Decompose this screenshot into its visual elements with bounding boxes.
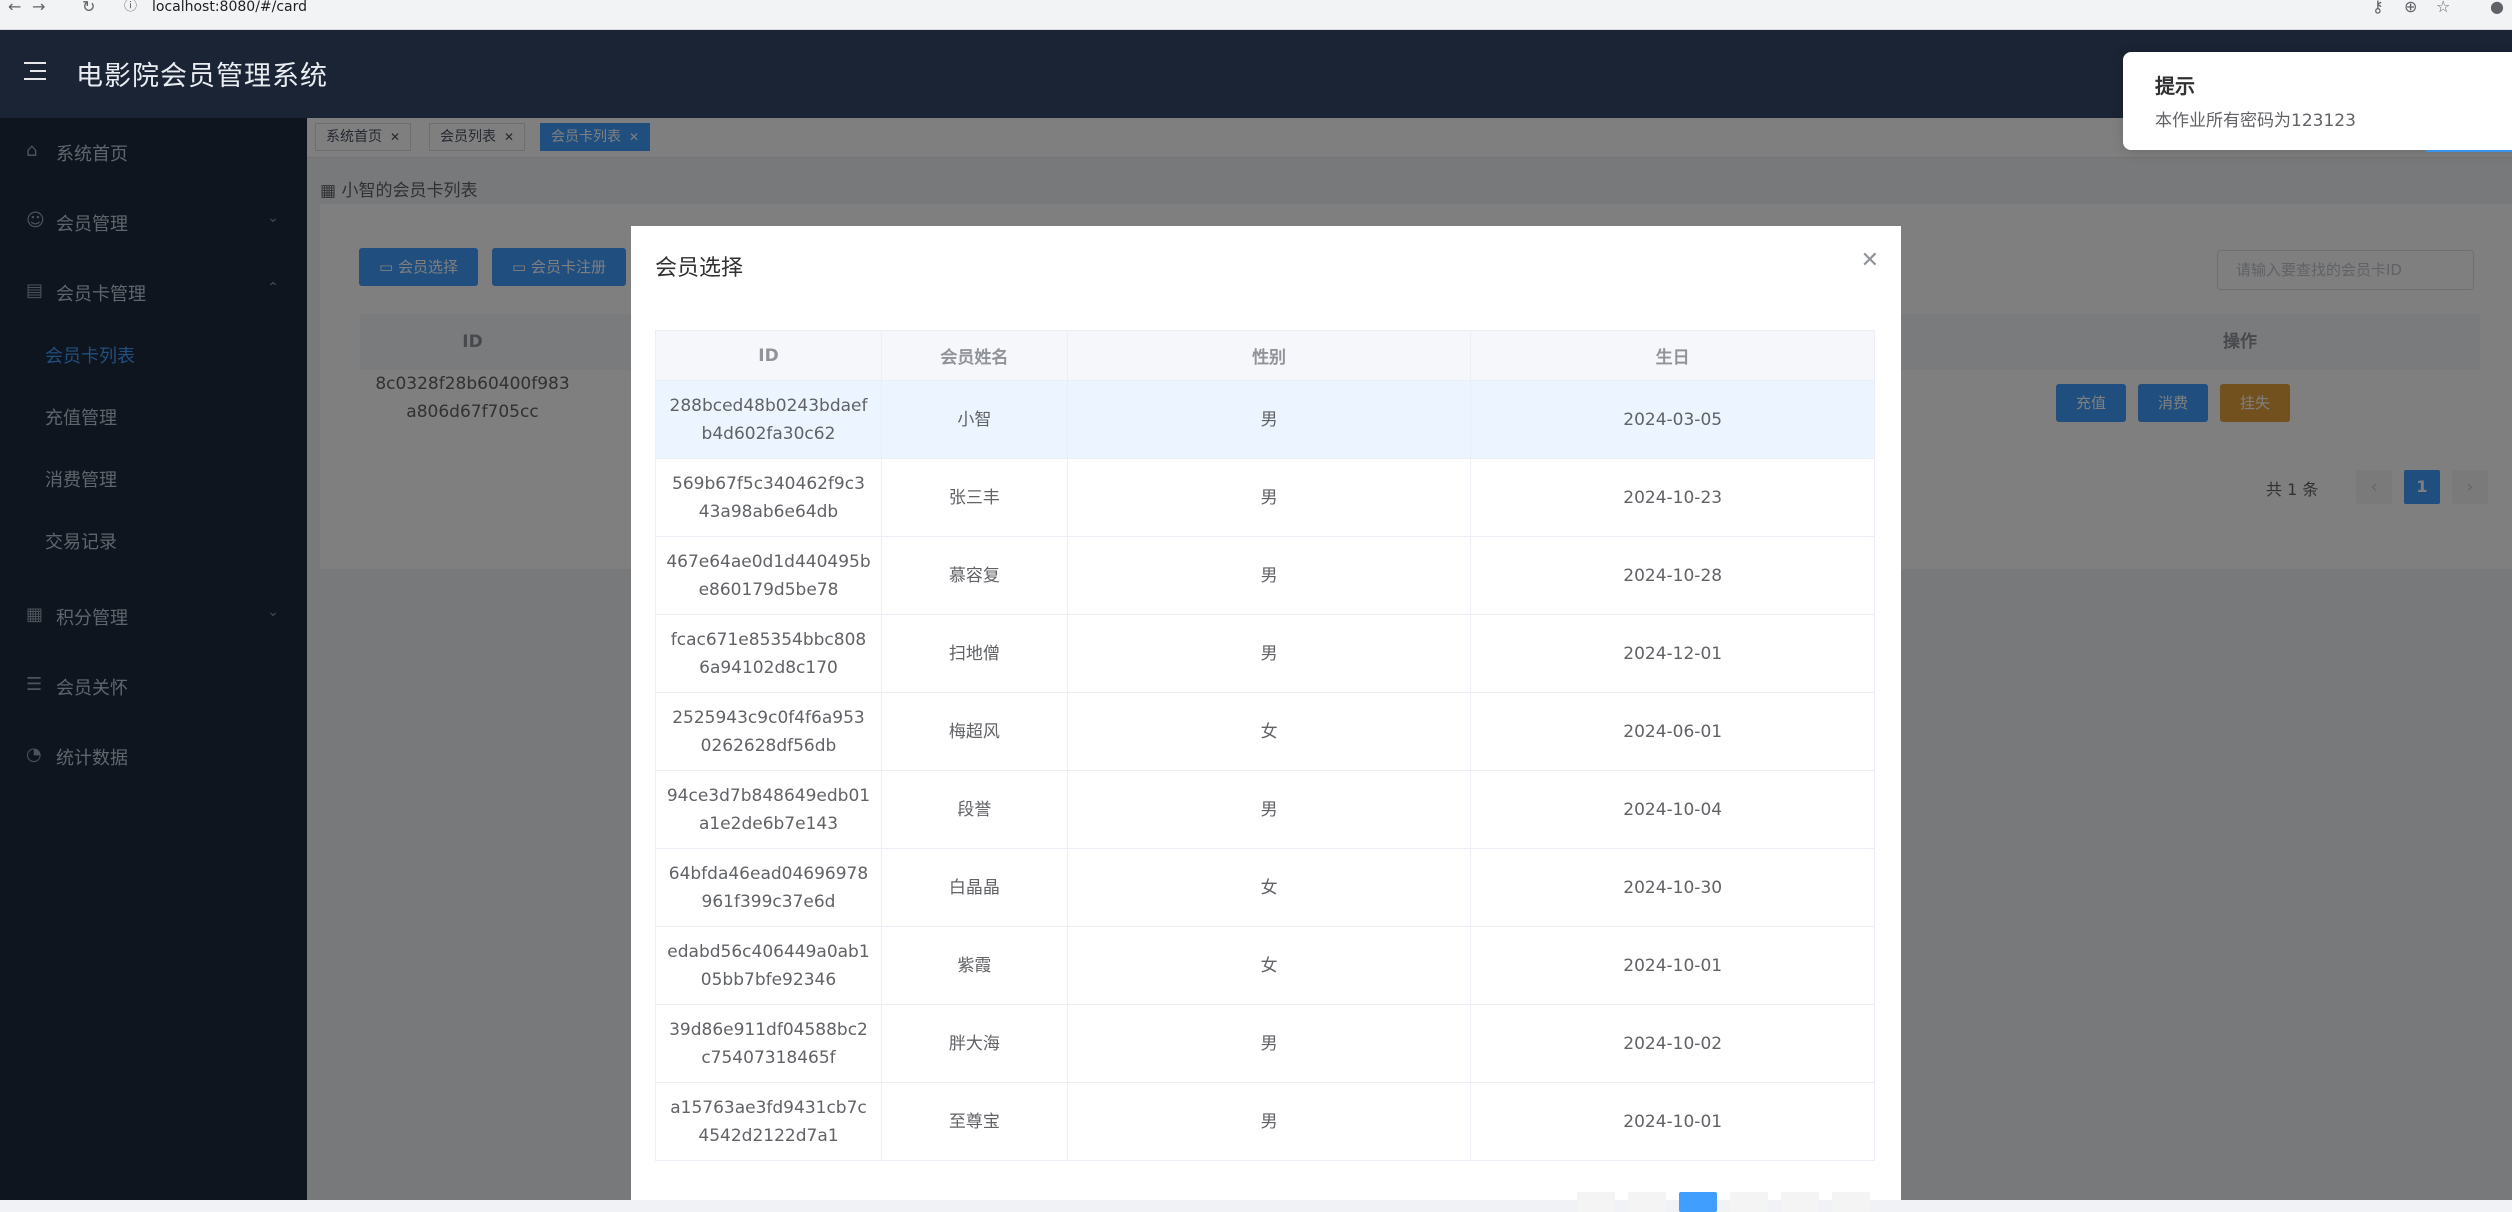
member-id: 39d86e911df04588bc2 c75407318465f bbox=[655, 1004, 882, 1083]
browser-toolbar: ← → ↻ ⓘ localhost:8080/#/card ⚷ ⊕ ☆ ● bbox=[0, 0, 2512, 30]
member-gender: 男 bbox=[1067, 536, 1472, 615]
member-birthday: 2024-10-04 bbox=[1470, 770, 1875, 849]
table-row[interactable]: fcac671e85354bbc808 6a94102d8c170 扫地僧男 2024… bbox=[655, 614, 1875, 693]
member-id: 94ce3d7b848649edb01 a1e2de6b7e143 bbox=[655, 770, 882, 849]
member-name: 梅超风 bbox=[881, 692, 1068, 771]
member-gender: 男 bbox=[1067, 1082, 1472, 1161]
member-name: 白晶晶 bbox=[881, 848, 1068, 927]
member-name: 紫霞 bbox=[881, 926, 1068, 1005]
column-gender: 性别 bbox=[1066, 330, 1472, 381]
pager-button[interactable] bbox=[1781, 1192, 1819, 1212]
member-id: a15763ae3fd9431cb7c 4542d2122d7a1 bbox=[655, 1082, 882, 1161]
pager-button[interactable] bbox=[1577, 1192, 1615, 1212]
member-gender: 男 bbox=[1067, 458, 1472, 537]
member-id: 569b67f5c340462f9c3 43a98ab6e64db bbox=[655, 458, 882, 537]
member-name: 扫地僧 bbox=[881, 614, 1068, 693]
member-id: 288bced48b0243bdaef b4d602fa30c62 bbox=[655, 380, 882, 459]
site-info-icon[interactable]: ⓘ bbox=[124, 0, 137, 16]
table-row[interactable]: 2525943c9c0f4f6a953 0262628df56db 梅超风女 2024… bbox=[655, 692, 1875, 771]
table-row[interactable]: 39d86e911df04588bc2 c75407318465f 胖大海男 2024… bbox=[655, 1004, 1875, 1083]
member-id: 2525943c9c0f4f6a953 0262628df56db bbox=[655, 692, 882, 771]
member-select-dialog: 会员选择 ✕ ID 会员姓名 性别 生日 288bced48b0243bdaef… bbox=[631, 226, 1901, 1212]
star-icon[interactable]: ☆ bbox=[2436, 0, 2450, 15]
member-gender: 女 bbox=[1067, 926, 1472, 1005]
menu-toggle-icon[interactable] bbox=[24, 62, 46, 80]
member-name: 小智 bbox=[881, 380, 1068, 459]
member-birthday: 2024-10-02 bbox=[1470, 1004, 1875, 1083]
table-row[interactable]: 94ce3d7b848649edb01 a1e2de6b7e143 段誉男 2024-… bbox=[655, 770, 1875, 849]
pager-button[interactable] bbox=[1628, 1192, 1666, 1212]
profile-icon[interactable]: ● bbox=[2490, 0, 2504, 15]
member-name: 至尊宝 bbox=[881, 1082, 1068, 1161]
member-birthday: 2024-06-01 bbox=[1470, 692, 1875, 771]
member-gender: 男 bbox=[1067, 380, 1472, 459]
member-name: 张三丰 bbox=[881, 458, 1068, 537]
member-name: 段誉 bbox=[881, 770, 1068, 849]
column-birthday: 生日 bbox=[1470, 330, 1875, 381]
zoom-icon[interactable]: ⊕ bbox=[2404, 0, 2417, 15]
close-icon[interactable]: ✕ bbox=[1861, 248, 1879, 273]
member-birthday: 2024-12-01 bbox=[1470, 614, 1875, 693]
forward-icon[interactable]: → bbox=[32, 0, 45, 16]
member-gender: 男 bbox=[1067, 770, 1472, 849]
table-row[interactable]: edabd56c406449a0ab1 05bb7bfe92346 紫霞女 2024-… bbox=[655, 926, 1875, 1005]
member-table: ID 会员姓名 性别 生日 288bced48b0243bdaef b4d602f… bbox=[655, 330, 1875, 1161]
key-icon[interactable]: ⚷ bbox=[2372, 0, 2384, 15]
member-id: fcac671e85354bbc808 6a94102d8c170 bbox=[655, 614, 882, 693]
member-gender: 男 bbox=[1067, 614, 1472, 693]
table-row[interactable]: 288bced48b0243bdaef b4d602fa30c62 小智男 2024-… bbox=[655, 380, 1875, 459]
member-id: edabd56c406449a0ab1 05bb7bfe92346 bbox=[655, 926, 882, 1005]
member-id: 64bfda46ead04696978 961f399c37e6d bbox=[655, 848, 882, 927]
reload-icon[interactable]: ↻ bbox=[82, 0, 95, 16]
member-name: 胖大海 bbox=[881, 1004, 1068, 1083]
column-id: ID bbox=[655, 330, 882, 381]
member-gender: 女 bbox=[1067, 848, 1472, 927]
pager-button[interactable] bbox=[1730, 1192, 1768, 1212]
member-id: 467e64ae0d1d440495b e860179d5be78 bbox=[655, 536, 882, 615]
member-gender: 女 bbox=[1067, 692, 1472, 771]
column-name: 会员姓名 bbox=[880, 330, 1068, 381]
member-birthday: 2024-10-28 bbox=[1470, 536, 1875, 615]
member-birthday: 2024-10-01 bbox=[1470, 926, 1875, 1005]
member-birthday: 2024-03-05 bbox=[1470, 380, 1875, 459]
member-birthday: 2024-10-30 bbox=[1470, 848, 1875, 927]
table-row[interactable]: 467e64ae0d1d440495b e860179d5be78 慕容复男 2024… bbox=[655, 536, 1875, 615]
app-title: 电影院会员管理系统 bbox=[76, 61, 328, 92]
back-icon[interactable]: ← bbox=[8, 0, 21, 16]
member-name: 慕容复 bbox=[881, 536, 1068, 615]
member-birthday: 2024-10-23 bbox=[1470, 458, 1875, 537]
member-birthday: 2024-10-01 bbox=[1470, 1082, 1875, 1161]
table-row[interactable]: 569b67f5c340462f9c3 43a98ab6e64db 张三丰男 2024… bbox=[655, 458, 1875, 537]
member-gender: 男 bbox=[1067, 1004, 1472, 1083]
notification-title: 提示 bbox=[2155, 74, 2195, 98]
pager-button[interactable] bbox=[1832, 1192, 1870, 1212]
table-row[interactable]: a15763ae3fd9431cb7c 4542d2122d7a1 至尊宝男 2024… bbox=[655, 1082, 1875, 1161]
notification: 提示 本作业所有密码为123123 ✕ bbox=[2123, 52, 2512, 150]
address-bar[interactable]: localhost:8080/#/card bbox=[152, 0, 307, 14]
notification-message: 本作业所有密码为123123 bbox=[2155, 111, 2356, 131]
pager-button-active[interactable] bbox=[1679, 1192, 1717, 1212]
table-row[interactable]: 64bfda46ead04696978 961f399c37e6d 白晶晶女 2024… bbox=[655, 848, 1875, 927]
dialog-title: 会员选择 bbox=[655, 256, 744, 281]
